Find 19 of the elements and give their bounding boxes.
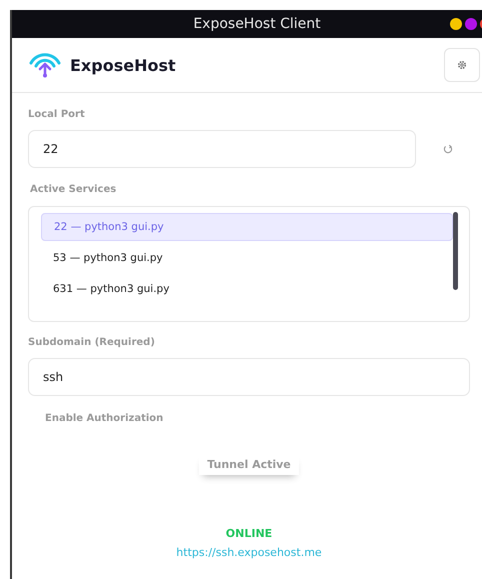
refresh-icon [443,144,453,154]
minimize-button[interactable] [450,18,462,30]
section-label: Active Services [30,184,116,195]
subdomain-field[interactable]: ssh [28,358,470,396]
antenna-icon [28,52,62,78]
authorization-label: Enable Authorization [45,413,164,424]
settings-button[interactable] [444,48,480,82]
field-label: Subdomain (Required) [28,337,155,348]
maximize-button[interactable] [465,18,477,30]
field-label: Local Port [28,109,85,120]
service-item[interactable]: 22 — python3 gui.py [41,213,453,241]
settings-icon [457,60,467,70]
port-field[interactable]: 22 [28,130,416,168]
service-item[interactable]: 53 — python3 gui.py [41,244,453,272]
window-title: ExposeHost Client [193,16,321,32]
status-text: ONLINE [226,527,272,540]
app-name: ExposeHost [70,56,176,74]
service-item[interactable]: 631 — python3 gui.py [41,275,453,303]
scrollbar[interactable] [453,212,458,290]
